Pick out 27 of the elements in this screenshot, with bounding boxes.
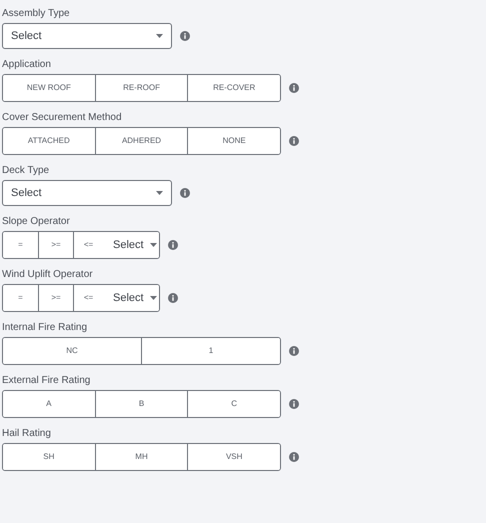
caret-icon bbox=[156, 191, 163, 195]
field-label: Assembly Type bbox=[2, 8, 71, 20]
info-icon[interactable] bbox=[168, 240, 178, 250]
select-dropdown[interactable]: Select bbox=[2, 180, 172, 206]
caret-icon bbox=[156, 34, 163, 38]
field-label: Wind Uplift Operator bbox=[2, 269, 94, 281]
info-icon[interactable] bbox=[289, 452, 299, 462]
field-label: Slope Operator bbox=[2, 216, 71, 228]
option-button[interactable]: NONE bbox=[187, 128, 280, 154]
field-label: Application bbox=[2, 59, 52, 71]
option-button[interactable]: VSH bbox=[187, 444, 280, 470]
field-label: Cover Securement Method bbox=[2, 112, 123, 124]
option-button[interactable]: C bbox=[187, 391, 280, 417]
info-icon[interactable] bbox=[289, 346, 299, 356]
field-label: Internal Fire Rating bbox=[2, 322, 88, 334]
info-icon[interactable] bbox=[289, 136, 299, 146]
info-icon[interactable] bbox=[289, 399, 299, 409]
info-icon[interactable] bbox=[180, 31, 190, 41]
option-button[interactable]: 1 bbox=[141, 338, 280, 364]
info-icon[interactable] bbox=[180, 188, 190, 198]
info-icon[interactable] bbox=[168, 293, 178, 303]
field-label: External Fire Rating bbox=[2, 375, 92, 387]
field-label: Deck Type bbox=[2, 165, 50, 177]
field-label: Hail Rating bbox=[2, 428, 52, 440]
info-icon[interactable] bbox=[289, 83, 299, 93]
select-dropdown[interactable]: Select bbox=[2, 23, 172, 49]
option-button[interactable]: RE-COVER bbox=[187, 75, 280, 101]
